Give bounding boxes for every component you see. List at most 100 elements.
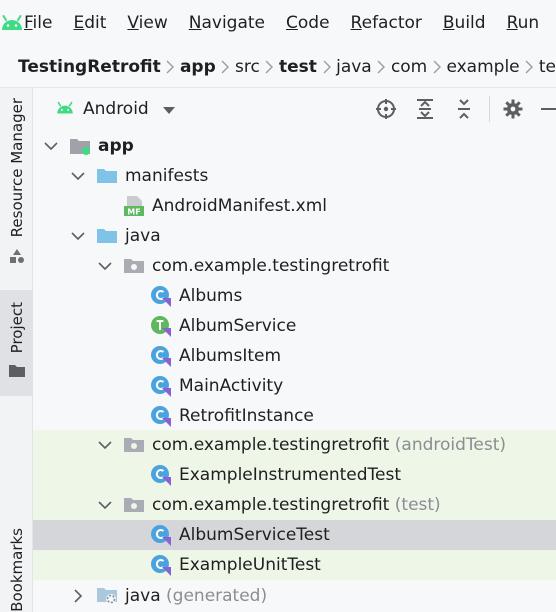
tree-row-package-main[interactable]: com.example.testingretrofit [33, 251, 556, 281]
kotlin-class-icon [150, 345, 172, 367]
chevron-down-icon[interactable] [70, 228, 86, 244]
bookmarks-label: Bookmarks [7, 528, 26, 612]
tree-row-java[interactable]: java [33, 221, 556, 251]
chevron-right-icon [317, 57, 336, 77]
dropdown-caret-icon[interactable] [162, 100, 175, 119]
breadcrumb-item-java[interactable]: java [336, 57, 372, 77]
breadcrumb-item-src[interactable]: src [235, 57, 260, 77]
chevron-down-icon[interactable] [97, 258, 113, 274]
resource-manager-label: Resource Manager [7, 98, 26, 238]
kotlin-class-icon [150, 554, 172, 576]
tree-label-package-main: com.example.testingretrofit [152, 256, 390, 276]
gear-icon[interactable] [501, 97, 525, 121]
collapse-all-icon[interactable] [452, 97, 476, 121]
tree-label-app: app [98, 136, 134, 156]
breadcrumb-item-test[interactable]: test [279, 57, 317, 77]
menu-bar: File Edit View Navigate Code Refactor Bu… [0, 0, 556, 46]
breadcrumb: TestingRetrofit app src test java com ex… [0, 46, 556, 88]
tree-row-class-selected[interactable]: AlbumServiceTest [33, 520, 556, 550]
menu-refactor[interactable]: Refactor [351, 13, 422, 33]
tree-row-android-manifest[interactable]: MF AndroidManifest.xml [33, 191, 556, 221]
folder-icon [8, 363, 26, 383]
project-panel-header: Android [33, 88, 556, 130]
manifest-badge: MF [127, 207, 140, 216]
chevron-down-icon[interactable] [97, 497, 113, 513]
tree-label-class: MainActivity [179, 376, 284, 396]
tree-row-package-test[interactable]: com.example.testingretrofit (test) [33, 490, 556, 520]
package-folder-icon [123, 255, 145, 277]
menu-navigate[interactable]: Navigate [189, 13, 265, 33]
manifest-file-icon: MF [123, 195, 145, 217]
kotlin-class-icon [150, 464, 172, 486]
project-tab[interactable]: Project [0, 290, 33, 396]
kotlin-interface-icon [150, 315, 172, 337]
tree-row-java-generated[interactable]: java (generated) [33, 581, 556, 611]
chevron-right-icon [372, 57, 391, 77]
breadcrumb-item-example[interactable]: example [446, 57, 519, 77]
chevron-down-icon[interactable] [43, 138, 59, 154]
tree-row-class[interactable]: Albums [33, 281, 556, 311]
tree-label-package-android-test: com.example.testingretrofit (androidTest… [152, 435, 507, 455]
locate-icon[interactable] [374, 97, 398, 121]
tree-label-interface: AlbumService [179, 316, 297, 336]
project-tree: app manifests MF AndroidManifest.xml jav [33, 130, 556, 612]
folder-icon [96, 165, 118, 187]
module-folder-icon [69, 135, 91, 157]
hide-panel-icon[interactable] [538, 97, 556, 121]
tree-row-class[interactable]: AlbumsItem [33, 341, 556, 371]
folder-icon [96, 225, 118, 247]
chevron-down-icon[interactable] [97, 437, 113, 453]
chevron-right-icon [161, 57, 180, 77]
breadcrumb-item-truncated[interactable]: te [539, 57, 556, 77]
breadcrumb-item-app[interactable]: app [180, 57, 216, 77]
chevron-right-icon[interactable] [70, 588, 86, 604]
tree-row-class[interactable]: RetrofitInstance [33, 401, 556, 431]
menu-run[interactable]: Run [507, 13, 540, 33]
tool-window-strip: Resource Manager Project Bookmarks [0, 88, 33, 612]
android-view-icon [55, 100, 75, 119]
breadcrumb-item-com[interactable]: com [391, 57, 427, 77]
tree-label-java: java [125, 226, 161, 246]
tree-row-manifests[interactable]: manifests [33, 161, 556, 191]
kotlin-class-icon [150, 524, 172, 546]
tree-label-class: Albums [179, 286, 243, 306]
tree-label-android-manifest: AndroidManifest.xml [152, 196, 328, 216]
kotlin-class-icon [150, 285, 172, 307]
chevron-right-icon [260, 57, 279, 77]
package-folder-icon [123, 434, 145, 456]
generated-folder-icon [96, 585, 118, 607]
android-logo-icon [0, 0, 24, 46]
expand-all-icon[interactable] [413, 97, 437, 121]
tree-row-class[interactable]: ExampleUnitTest [33, 550, 556, 580]
tree-label-manifests: manifests [125, 166, 209, 186]
chevron-right-icon [427, 57, 446, 77]
chevron-down-icon[interactable] [70, 168, 86, 184]
tree-label-package-test: com.example.testingretrofit (test) [152, 495, 441, 515]
tree-row-interface[interactable]: AlbumService [33, 311, 556, 341]
package-folder-icon [123, 494, 145, 516]
kotlin-class-icon [150, 405, 172, 427]
tree-label-java-generated: java (generated) [125, 586, 268, 606]
resource-manager-icon [8, 247, 26, 269]
tree-row-class[interactable]: ExampleInstrumentedTest [33, 460, 556, 490]
toolbar-divider [489, 96, 490, 122]
tree-row-app[interactable]: app [33, 131, 556, 161]
tree-row-class[interactable]: MainActivity [33, 371, 556, 401]
breadcrumb-item-project[interactable]: TestingRetrofit [18, 57, 161, 77]
tree-label-class: AlbumServiceTest [179, 525, 330, 545]
tree-row-package-android-test[interactable]: com.example.testingretrofit (androidTest… [33, 430, 556, 460]
tree-label-class: AlbumsItem [179, 346, 282, 366]
menu-code[interactable]: Code [286, 13, 330, 33]
menu-build[interactable]: Build [443, 13, 486, 33]
project-view-selector[interactable]: Android [83, 99, 149, 119]
menu-view[interactable]: View [127, 13, 167, 33]
menu-file[interactable]: File [24, 13, 52, 33]
chevron-right-icon [520, 57, 539, 77]
tree-label-class: ExampleUnitTest [179, 555, 321, 575]
project-label: Project [7, 302, 26, 354]
resource-manager-tab[interactable]: Resource Manager [0, 92, 33, 282]
bookmarks-tab[interactable]: Bookmarks [0, 524, 33, 612]
tree-label-class: ExampleInstrumentedTest [179, 465, 402, 485]
chevron-right-icon [216, 57, 235, 77]
menu-edit[interactable]: Edit [73, 13, 106, 33]
